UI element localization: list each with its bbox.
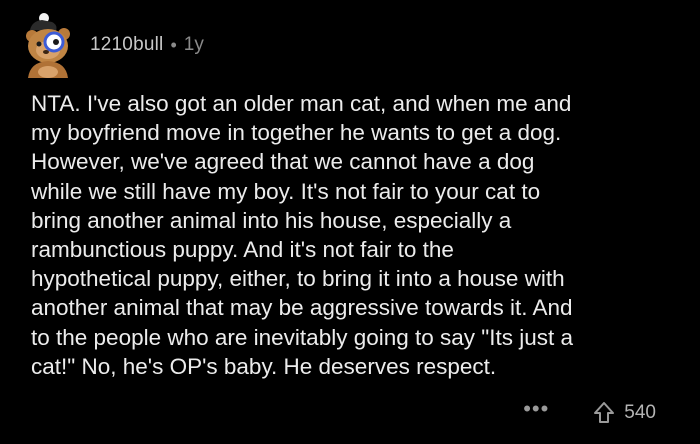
meta-separator: •	[170, 34, 177, 55]
comment-body: NTA. I've also got an older man cat, and…	[31, 91, 574, 379]
comment-age: 1y	[183, 34, 204, 55]
author-username[interactable]: 1210bull	[90, 34, 163, 56]
upvote-arrow-icon[interactable]	[593, 401, 615, 425]
more-options-icon[interactable]: •••	[523, 396, 549, 422]
comment-header: 1210bull • 1y	[22, 12, 204, 78]
comment-card: 1210bull • 1y NTA. I've also got an olde…	[0, 0, 700, 444]
bear-avatar-icon[interactable]	[22, 12, 80, 78]
vote-score: 540	[624, 402, 656, 423]
upvote-button[interactable]: 540	[593, 401, 656, 425]
comment-actions: ••• 540	[523, 396, 656, 428]
